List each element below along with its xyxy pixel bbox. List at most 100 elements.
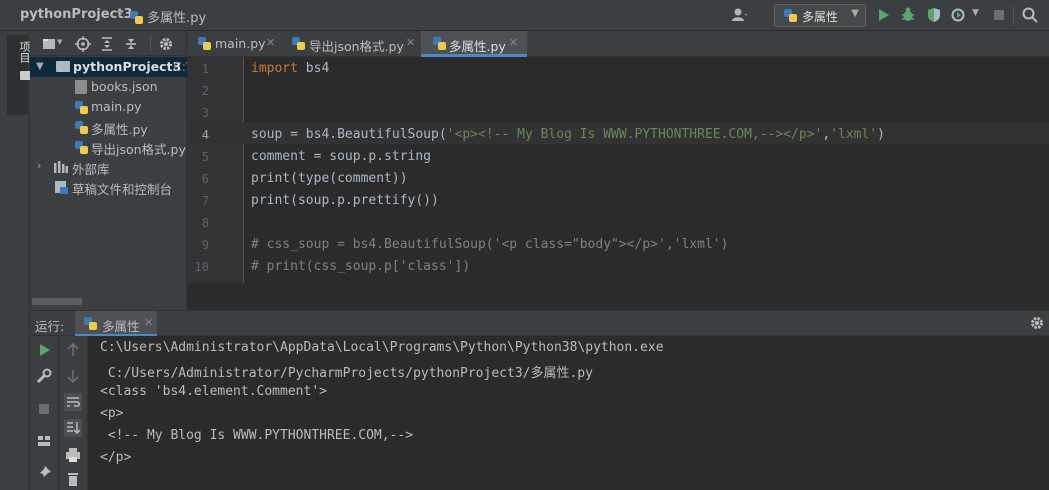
tree-item-external-libraries[interactable]: › 外部库 xyxy=(30,157,187,177)
run-icon[interactable] xyxy=(874,6,892,24)
tree-item-label: main.py xyxy=(91,99,142,114)
gear-icon[interactable] xyxy=(158,36,174,52)
close-icon[interactable]: ✕ xyxy=(144,316,153,329)
console-line: <p> xyxy=(100,406,124,421)
run-tab-label: 多属性 xyxy=(102,319,140,334)
project-toolbar: ▼ xyxy=(30,31,187,56)
tree-item-books-json[interactable]: books.json xyxy=(30,77,187,97)
run-toolbar-secondary xyxy=(59,336,88,490)
line-number: 7 xyxy=(201,194,209,208)
python-file-icon xyxy=(433,37,446,50)
stop-icon[interactable] xyxy=(990,6,1008,24)
search-icon[interactable] xyxy=(1021,6,1039,24)
breadcrumb-file[interactable]: 多属性.py xyxy=(130,7,206,26)
gear-icon[interactable] xyxy=(1029,315,1045,331)
project-panel: ▼ ▼ pythonProject3 C:\ books.json main.p… xyxy=(30,31,190,310)
trash-icon[interactable] xyxy=(64,470,82,488)
tree-item-label: 外部库 xyxy=(72,162,110,177)
project-tool-window-button[interactable]: 项目 xyxy=(7,35,31,115)
code-string: '<p><!-- My Blog Is WWW.PYTHONTHREE.COM,… xyxy=(446,127,823,142)
tab-export-json-py[interactable]: 导出json格式.py ✕ xyxy=(280,31,421,57)
line-number: 5 xyxy=(201,150,209,164)
soft-wrap-icon[interactable] xyxy=(64,393,82,411)
tab-label: 多属性.py xyxy=(449,39,506,54)
code-text: , xyxy=(822,127,831,142)
editor-scroll-area xyxy=(187,283,1049,310)
run-configuration-select[interactable]: 多属性 ▼ xyxy=(774,4,866,27)
tab-main-py[interactable]: main.py ✕ xyxy=(187,31,280,57)
code-text: ) xyxy=(877,127,885,142)
python-file-icon xyxy=(292,37,305,50)
tab-multi-attr-py[interactable]: 多属性.py ✕ xyxy=(421,31,527,57)
stop-icon[interactable] xyxy=(35,400,53,418)
tree-item-label: 草稿文件和控制台 xyxy=(72,182,173,197)
python-file-icon xyxy=(75,121,88,134)
line-number: 9 xyxy=(201,238,209,252)
python-file-icon xyxy=(75,141,88,154)
code-line-7: print(soup.p.prettify()) xyxy=(251,193,439,208)
chevron-down-icon: ▼ xyxy=(851,8,859,19)
line-number: 3 xyxy=(201,106,209,120)
pin-icon[interactable] xyxy=(35,464,53,482)
run-panel-header: 运行: 多属性 ✕ xyxy=(30,310,1049,337)
code-line-1: import bs4 xyxy=(251,61,329,76)
arrow-up-icon[interactable] xyxy=(64,341,82,359)
python-icon xyxy=(84,317,97,330)
run-tab-multi-attr[interactable]: 多属性 ✕ xyxy=(75,311,157,337)
code-keyword: import xyxy=(251,61,298,76)
close-icon[interactable]: ✕ xyxy=(266,36,275,49)
expand-all-icon[interactable] xyxy=(99,36,115,52)
scroll-to-end-icon[interactable] xyxy=(64,419,82,437)
collapse-all-icon[interactable] xyxy=(123,36,139,52)
code-line-6: print(type(comment)) xyxy=(251,171,408,186)
close-icon[interactable]: ✕ xyxy=(406,36,415,49)
console-line: <!-- My Blog Is WWW.PYTHONTHREE.COM,--> xyxy=(100,428,414,443)
code-line-9: # css_soup = bs4.BeautifulSoup('<p class… xyxy=(251,237,729,252)
breadcrumb-project[interactable]: pythonProject3 xyxy=(20,7,133,22)
code-line-5: comment = soup.p.string xyxy=(251,149,432,164)
toolbar-divider xyxy=(150,36,151,52)
breadcrumb-file-label: 多属性.py xyxy=(147,11,207,26)
more-run-options-icon[interactable]: ▼ xyxy=(972,8,979,18)
line-number: 10 xyxy=(194,260,209,274)
python-file-icon xyxy=(130,11,143,24)
tool-window-strip: 项目 xyxy=(0,31,31,490)
chevron-right-icon[interactable]: › xyxy=(37,159,41,172)
code-line-4: soup = bs4.BeautifulSoup('<p><!-- My Blo… xyxy=(251,127,885,142)
wrench-icon[interactable] xyxy=(35,367,53,385)
tree-item-label: 导出json格式.py xyxy=(91,142,186,157)
tree-item-main-py[interactable]: main.py xyxy=(30,97,187,117)
python-icon xyxy=(784,9,797,22)
debug-icon[interactable] xyxy=(899,6,917,24)
print-icon[interactable] xyxy=(64,446,82,464)
project-view-icon[interactable] xyxy=(42,36,58,52)
tree-item-multi-attr-py[interactable]: 多属性.py xyxy=(30,117,187,137)
arrow-down-icon[interactable] xyxy=(64,367,82,385)
tree-item-label: pythonProject3 xyxy=(73,59,182,74)
tab-label: main.py xyxy=(215,36,266,51)
user-icon[interactable] xyxy=(730,6,748,24)
profile-icon[interactable] xyxy=(950,6,968,24)
folder-icon xyxy=(56,61,70,72)
chevron-right-icon: › xyxy=(118,6,124,22)
console-output[interactable] xyxy=(88,336,1049,490)
code-text: bs4 xyxy=(297,61,330,76)
close-icon[interactable]: ✕ xyxy=(509,36,518,49)
rerun-icon[interactable] xyxy=(35,341,53,359)
scratch-icon xyxy=(55,181,68,194)
chevron-down-icon[interactable]: ▼ xyxy=(36,61,44,72)
run-toolbar-primary xyxy=(30,336,59,490)
tree-item-scratches-consoles[interactable]: 草稿文件和控制台 xyxy=(30,177,187,197)
line-number: 1 xyxy=(201,62,209,76)
locate-icon[interactable] xyxy=(75,36,91,52)
tree-item-export-json-py[interactable]: 导出json格式.py xyxy=(30,137,187,157)
console-line: C:\Users\Administrator\AppData\Local\Pro… xyxy=(100,340,664,355)
tab-label: 导出json格式.py xyxy=(309,39,404,54)
layout-icon[interactable] xyxy=(35,432,53,450)
coverage-icon[interactable] xyxy=(925,6,943,24)
console-line: <class 'bs4.element.Comment'> xyxy=(100,384,327,399)
tree-item-project-root[interactable]: ▼ pythonProject3 C:\ xyxy=(30,57,190,77)
horizontal-scrollbar[interactable] xyxy=(32,298,82,305)
line-number: 2 xyxy=(201,84,209,98)
chevron-down-icon[interactable]: ▼ xyxy=(57,38,62,46)
